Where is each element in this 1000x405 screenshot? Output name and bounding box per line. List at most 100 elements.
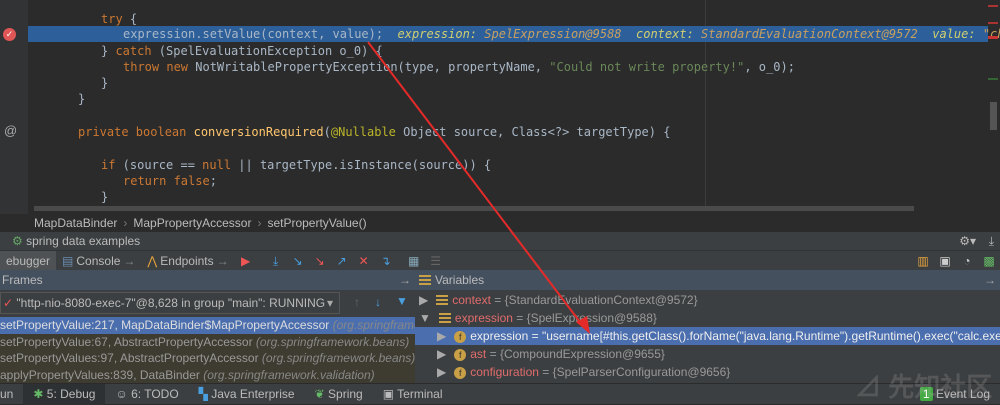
code-token: @Nullable <box>330 125 396 139</box>
hide-icon[interactable]: ⤓ <box>989 232 994 250</box>
variable-name: context <box>452 293 491 307</box>
thread-label: "http-nio-8080-exec-7"@8,628 in group "m… <box>16 296 326 310</box>
breadcrumb-item[interactable]: setPropertyValue() <box>267 216 366 230</box>
expand-toggle-icon[interactable]: ▶ <box>437 347 446 361</box>
expand-toggle-icon[interactable]: ▶ <box>437 365 446 379</box>
tab-console[interactable]: ▤ Console → <box>56 251 141 271</box>
restore-layout-icon[interactable]: ▩ <box>982 254 996 268</box>
terminal-icon: ▣ <box>382 386 395 401</box>
code-token: try <box>101 12 123 26</box>
code-token: } <box>78 92 86 106</box>
code-token: ; <box>209 174 217 188</box>
profiler-icon[interactable]: ◔ <box>960 254 974 268</box>
field-icon: f <box>454 348 467 361</box>
endpoints-icon: ⋀ <box>147 253 158 268</box>
evaluate-expression-icon[interactable]: ▦ <box>407 254 421 268</box>
field-icon: f <box>454 366 467 379</box>
show-execution-point-icon[interactable]: ▶ <box>239 254 253 268</box>
trace-icon[interactable]: ☰ <box>429 254 443 268</box>
frame-item[interactable]: setPropertyValue:67, AbstractPropertyAcc… <box>0 333 415 350</box>
variable-value: {SpelParserConfiguration@9656} <box>552 365 731 379</box>
tool-run[interactable]: un <box>0 384 23 405</box>
threads-icon[interactable]: ▥ <box>916 254 930 268</box>
frame-package: (org.springframework.beans) <box>255 334 410 349</box>
tab-label: ebugger <box>6 253 51 268</box>
bug-icon: ✱ <box>33 386 44 401</box>
tool-debug[interactable]: ✱ 5: Debug <box>23 383 106 405</box>
variable-value: {SpelExpression@9588} <box>526 311 657 325</box>
tool-java-enterprise[interactable]: ▚ Java Enterprise <box>189 384 305 405</box>
code-token: return false <box>123 174 210 188</box>
next-frame-icon[interactable]: ↓ <box>375 295 381 309</box>
filter-icon[interactable]: ▼ <box>396 294 408 308</box>
settings-icon[interactable]: ⚙▾ <box>959 232 976 250</box>
frames-title: Frames <box>2 273 43 287</box>
variable-row[interactable]: ▶ f expression = "username[#this.getClass(… <box>415 327 1000 345</box>
expand-toggle-icon[interactable]: ▶ <box>419 293 428 307</box>
thread-selector[interactable]: ✓ "http-nio-8080-exec-7"@8,628 in group … <box>0 292 340 314</box>
code-token: (source == <box>115 158 203 172</box>
code-token: || targetType.isInstance(source)) { <box>231 158 492 172</box>
java-ee-icon: ▚ <box>198 386 208 401</box>
expand-toggle-icon[interactable]: ▶ <box>437 329 446 343</box>
code-token: } <box>101 190 109 204</box>
force-step-into-icon[interactable]: ↘ <box>313 254 327 268</box>
tool-todo[interactable]: ☺ 6: TODO <box>105 384 188 405</box>
tool-terminal[interactable]: ▣ Terminal <box>373 384 453 405</box>
frame-package: (org.springframework.validation) <box>203 367 375 382</box>
tool-label: 5: Debug <box>46 386 96 401</box>
frame-item[interactable]: applyPropertyValues:839, DataBinder (org… <box>0 366 415 383</box>
memory-icon[interactable]: ▣ <box>938 254 952 268</box>
step-over-icon[interactable]: ⤓ <box>269 254 283 268</box>
local-variable-icon <box>436 294 449 307</box>
pin-icon[interactable]: → <box>984 270 996 290</box>
spring-icon: ❦ <box>314 386 325 401</box>
tool-label: Spring <box>328 386 363 401</box>
breakpoint-icon[interactable]: ✓ <box>3 28 16 41</box>
code-token: catch <box>115 44 152 58</box>
error-stripe-mark <box>988 36 998 39</box>
tool-spring[interactable]: ❦ Spring <box>305 384 373 405</box>
run-to-cursor-icon[interactable]: ↴ <box>379 254 393 268</box>
frames-list[interactable]: setPropertyValue:217, MapDataBinder$MapP… <box>0 317 415 383</box>
watermark: ⊿ 先知社区 <box>855 372 993 402</box>
code-token: NotWritablePropertyException(type, prope… <box>195 60 550 74</box>
variable-name: expression <box>454 311 513 325</box>
code-token: { <box>122 12 138 26</box>
step-into-icon[interactable]: ↘ <box>291 254 305 268</box>
tool-label: 6: TODO <box>131 386 179 401</box>
variables-title: Variables <box>435 273 485 287</box>
frame-item[interactable]: setPropertyValue:217, MapDataBinder$MapP… <box>0 317 415 334</box>
expand-toggle-icon[interactable]: ▼ <box>419 311 431 325</box>
step-out-icon[interactable]: ↗ <box>335 254 349 268</box>
variable-row[interactable]: ▶ f ast = {CompoundExpression@9655} <box>415 345 1000 363</box>
variable-row[interactable]: ▶ context = {StandardEvaluationContext@95… <box>415 291 1000 309</box>
inline-value-name: context: <box>636 27 694 41</box>
variable-row[interactable]: ▼ expression = {SpelExpression@9588} <box>415 309 1000 327</box>
code-token: Object source, Class<?> targetType) { <box>395 125 671 139</box>
frames-header: Frames → <box>0 270 415 290</box>
debug-session-title: ⚙ spring data examples ⚙▾ ⤓ <box>0 232 1000 250</box>
breadcrumb-item[interactable]: MapDataBinder <box>34 216 117 230</box>
tab-debugger[interactable]: ebugger <box>0 250 57 271</box>
code-token: ( <box>323 125 331 139</box>
drop-frame-icon[interactable]: ✕ <box>357 254 371 268</box>
inline-value: StandardEvaluationContext@9572 <box>701 27 918 41</box>
inline-value-name: expression: <box>397 27 478 41</box>
code-editor[interactable]: ✓ @ try {expression.setValue(context, va… <box>0 0 1000 215</box>
variable-value: {StandardEvaluationContext@9572} <box>504 293 698 307</box>
pin-icon[interactable]: → <box>399 270 411 290</box>
vertical-scrollbar[interactable] <box>990 102 997 130</box>
tool-label: Java Enterprise <box>211 386 295 401</box>
horizontal-scrollbar[interactable] <box>34 206 914 211</box>
breadcrumb-item[interactable]: MapPropertyAccessor <box>133 216 251 230</box>
frame-item[interactable]: setPropertyValues:97, AbstractPropertyAc… <box>0 350 415 367</box>
frame-method: setPropertyValues:97, AbstractPropertyAc… <box>0 351 259 365</box>
code-token: throw new <box>123 60 196 74</box>
previous-frame-icon[interactable]: ↑ <box>354 295 360 309</box>
inline-value-name: value: <box>932 27 976 41</box>
code-token: conversionRequired <box>193 125 324 139</box>
code-line: return false; <box>0 173 990 189</box>
tab-endpoints[interactable]: ⋀ Endpoints → <box>141 251 234 271</box>
tab-label: Endpoints <box>160 253 214 268</box>
